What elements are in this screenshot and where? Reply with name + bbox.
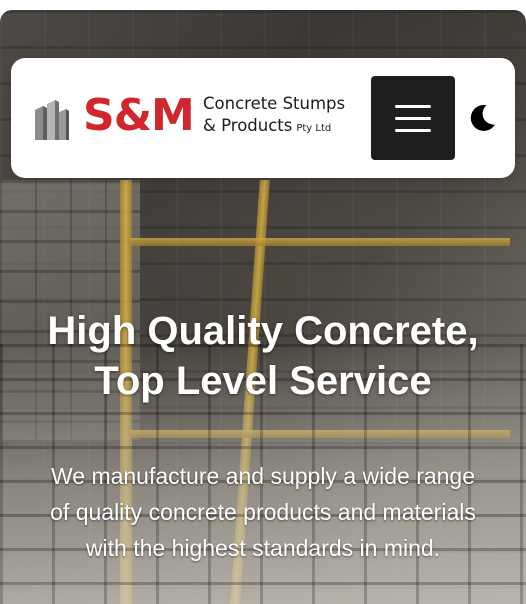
hero-subtitle: We manufacture and supply a wide range o… bbox=[50, 463, 476, 561]
hamburger-menu-bar bbox=[395, 117, 431, 120]
hamburger-menu-button[interactable] bbox=[371, 76, 455, 160]
hero-background-rack-beam bbox=[130, 238, 510, 246]
site-header: S&M Concrete Stumps & Products Pty Ltd bbox=[11, 58, 515, 178]
logo-line-2: & Products Pty Ltd bbox=[203, 116, 331, 135]
logo-line-2-text: & Products bbox=[203, 116, 293, 135]
logo-line-1: Concrete Stumps bbox=[203, 94, 346, 113]
moon-icon bbox=[470, 104, 495, 131]
site-logo-link[interactable]: S&M Concrete Stumps & Products Pty Ltd bbox=[33, 90, 363, 146]
theme-toggle-button[interactable] bbox=[466, 102, 498, 134]
logo-brand-text: S&M bbox=[83, 90, 195, 141]
building-blocks-icon bbox=[35, 100, 69, 140]
hero-title-line-2: Top Level Service bbox=[94, 359, 432, 403]
viewport: High Quality Concrete, Top Level Service… bbox=[0, 0, 526, 604]
hero-title-line-1: High Quality Concrete, bbox=[47, 309, 479, 353]
hero-title: High Quality Concrete, Top Level Service bbox=[0, 306, 526, 406]
logo-pty-ltd: Pty Ltd bbox=[296, 123, 332, 134]
hamburger-menu-bar bbox=[395, 105, 431, 108]
hamburger-menu-bar bbox=[395, 129, 431, 132]
